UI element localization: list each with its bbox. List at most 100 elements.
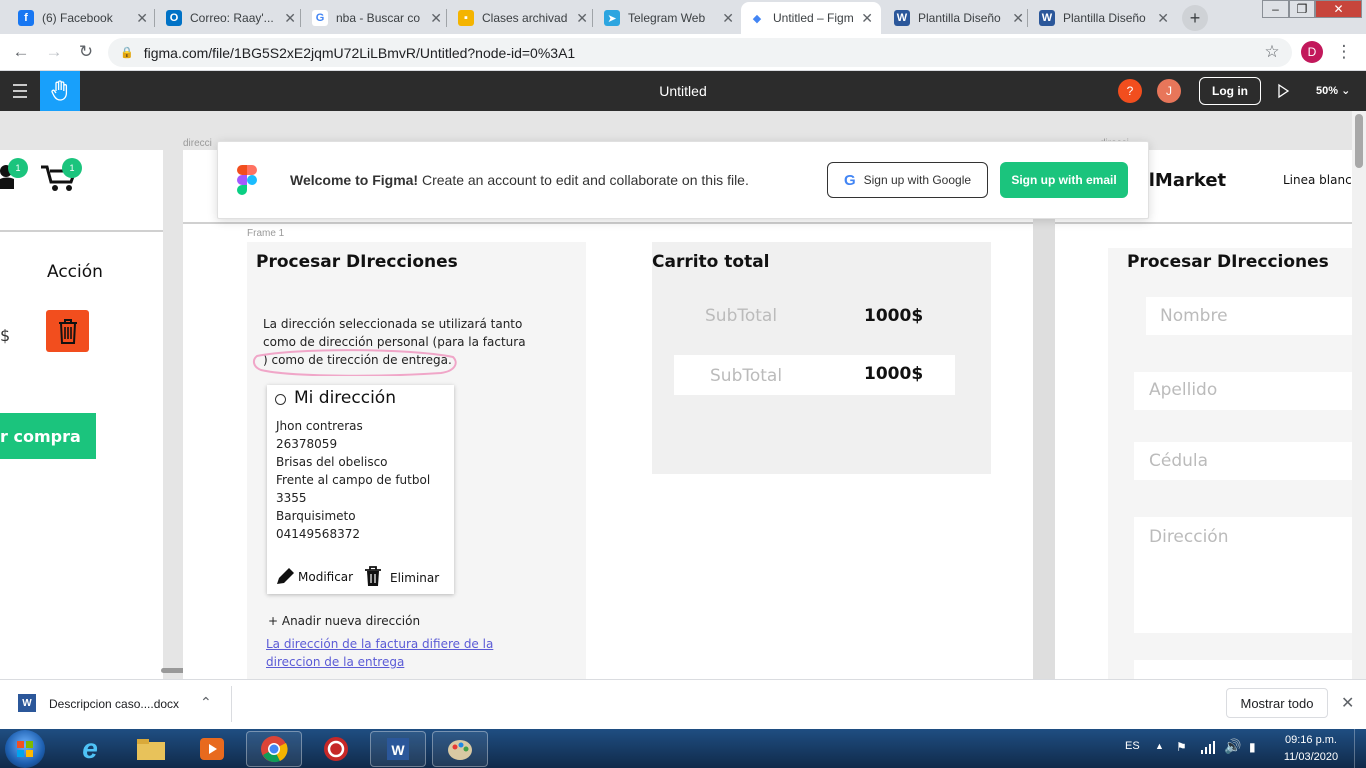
- frame-label: direcci: [183, 138, 212, 149]
- bookmark-star-icon[interactable]: ☆: [1262, 42, 1282, 62]
- forward-icon[interactable]: →: [44, 42, 64, 62]
- tab-title: Plantilla Diseño: [1063, 11, 1146, 25]
- close-tab-icon[interactable]: ✕: [576, 10, 588, 27]
- chevron-up-icon[interactable]: ⌃: [200, 694, 212, 711]
- address-line: 26378059: [276, 437, 338, 451]
- frame1-label: Frame 1: [247, 228, 285, 239]
- word-icon: W: [1039, 10, 1055, 26]
- file-explorer-icon[interactable]: [123, 731, 179, 767]
- page-scrollbar[interactable]: [1352, 111, 1366, 679]
- present-play-icon[interactable]: [1276, 83, 1290, 99]
- close-tab-icon[interactable]: ✕: [861, 10, 873, 27]
- clock-time[interactable]: 09:16 p.m.: [1280, 734, 1342, 746]
- delete-link[interactable]: Eliminar: [390, 571, 439, 585]
- nav-linea-blanca[interactable]: Linea blanca: [1283, 173, 1359, 187]
- power-icon[interactable]: ▮: [1249, 740, 1256, 754]
- address-bar[interactable]: 🔒 figma.com/file/1BG5S2xE2jqmU72LiLBmvR/…: [108, 38, 1292, 67]
- close-tab-icon[interactable]: ✕: [284, 10, 296, 27]
- reload-icon[interactable]: ↻: [76, 42, 96, 62]
- delete-button[interactable]: [46, 310, 89, 352]
- profile-avatar[interactable]: D: [1301, 41, 1323, 63]
- scrollbar-thumb[interactable]: [1355, 114, 1363, 168]
- show-all-button[interactable]: Mostrar todo: [1226, 688, 1328, 718]
- word-file-icon: W: [18, 694, 36, 712]
- sign-up-google-button[interactable]: G Sign up with Google: [827, 162, 988, 198]
- tray-expand-icon[interactable]: ▲: [1155, 741, 1164, 751]
- close-tab-icon[interactable]: ✕: [136, 10, 148, 27]
- browser-tab[interactable]: Gnba - Buscar co ✕: [304, 2, 450, 34]
- address-card[interactable]: [267, 385, 454, 594]
- maximize-button[interactable]: ❐: [1289, 0, 1315, 18]
- user-avatar[interactable]: J: [1157, 79, 1181, 103]
- welcome-bold: Welcome to Figma!: [290, 172, 419, 188]
- address-radio[interactable]: [275, 394, 286, 405]
- user-badge: 1: [8, 158, 28, 178]
- close-tab-icon[interactable]: ✕: [430, 10, 442, 27]
- close-downloads-icon[interactable]: ✕: [1341, 693, 1354, 713]
- tab-title: Plantilla Diseño: [918, 11, 1001, 25]
- hand-tool-button[interactable]: [40, 71, 80, 111]
- trash-icon[interactable]: [364, 566, 382, 587]
- hamburger-menu-icon[interactable]: [11, 81, 29, 101]
- finalizar-compra-button[interactable]: r compra: [0, 413, 96, 459]
- google-icon: G: [312, 10, 328, 26]
- browser-tab[interactable]: ◆ Untitled – Figm ✕: [741, 2, 881, 34]
- browser-tab[interactable]: W Plantilla Diseño ✕: [886, 2, 1032, 34]
- help-button[interactable]: ?: [1118, 79, 1142, 103]
- login-button[interactable]: Log in: [1199, 77, 1261, 105]
- close-tab-icon[interactable]: ✕: [1157, 10, 1169, 27]
- close-tab-icon[interactable]: ✕: [722, 10, 734, 27]
- tab-separator: [446, 9, 447, 27]
- browser-tab[interactable]: ➤ Telegram Web ✕: [596, 2, 742, 34]
- classroom-icon: ▪: [458, 10, 474, 26]
- download-filename[interactable]: Descripcion caso....docx: [49, 697, 179, 711]
- antivirus-icon[interactable]: [308, 731, 364, 767]
- media-player-icon[interactable]: [184, 731, 240, 767]
- show-desktop-button[interactable]: [1354, 729, 1366, 768]
- zoom-level: 50%: [1316, 85, 1339, 97]
- sign-up-email-button[interactable]: Sign up with email: [1000, 162, 1128, 198]
- tab-separator: [592, 9, 593, 27]
- word-taskbar-icon[interactable]: W: [370, 731, 426, 767]
- chrome-taskbar-icon[interactable]: [246, 731, 302, 767]
- volume-icon[interactable]: 🔊: [1224, 738, 1241, 755]
- browser-tab[interactable]: O Correo: Raay'... ✕: [158, 2, 304, 34]
- header-divider: [1055, 222, 1352, 224]
- close-tab-icon[interactable]: ✕: [1012, 10, 1024, 27]
- internet-explorer-icon[interactable]: e: [62, 731, 118, 767]
- lastname-placeholder: Apellido: [1149, 380, 1218, 400]
- name-placeholder: Nombre: [1160, 306, 1228, 326]
- browser-tab[interactable]: W Plantilla Diseño ✕: [1031, 2, 1177, 34]
- google-g-icon: G: [843, 171, 856, 189]
- close-window-button[interactable]: ✕: [1315, 0, 1362, 18]
- paint-icon[interactable]: [432, 731, 488, 767]
- welcome-message: Welcome to Figma! Create an account to e…: [290, 172, 749, 188]
- browser-tab[interactable]: f (6) Facebook ✕: [10, 2, 156, 34]
- add-address-link[interactable]: + Anadir nueva dirección: [268, 614, 420, 628]
- menu-kebab-icon[interactable]: ⋮: [1334, 42, 1354, 62]
- billing-differs-link[interactable]: La dirección de la factura difiere de la: [266, 637, 493, 651]
- frame-gap: [1033, 150, 1055, 679]
- browser-tab[interactable]: ▪ Clases archivad ✕: [450, 2, 596, 34]
- figma-logo-icon: [237, 165, 259, 195]
- next-field[interactable]: [1134, 660, 1352, 679]
- address-line: 04149568372: [276, 527, 360, 541]
- zoom-control[interactable]: 50% ⌄: [1316, 84, 1350, 97]
- edit-link[interactable]: Modificar: [298, 570, 353, 584]
- new-tab-button[interactable]: +: [1182, 5, 1208, 31]
- start-button[interactable]: [5, 730, 45, 768]
- minimize-button[interactable]: –: [1262, 0, 1289, 18]
- language-indicator[interactable]: ES: [1125, 740, 1140, 752]
- signal-icon[interactable]: [1200, 740, 1216, 754]
- flag-icon[interactable]: ⚑: [1176, 740, 1187, 754]
- tab-title: nba - Buscar co: [336, 11, 421, 25]
- address-title: Mi dirección: [294, 388, 396, 408]
- file-title[interactable]: Untitled: [583, 71, 783, 111]
- clock-date[interactable]: 11/03/2020: [1280, 751, 1342, 763]
- pencil-icon[interactable]: [275, 566, 297, 586]
- tab-title: Clases archivad: [482, 11, 568, 25]
- billing-differs-link-line-2[interactable]: direccion de la entrega: [266, 655, 404, 669]
- back-icon[interactable]: ←: [11, 42, 31, 62]
- welcome-rest: Create an account to edit and collaborat…: [421, 172, 749, 188]
- info-text-line-1: La dirección seleccionada se utilizará t…: [263, 317, 523, 331]
